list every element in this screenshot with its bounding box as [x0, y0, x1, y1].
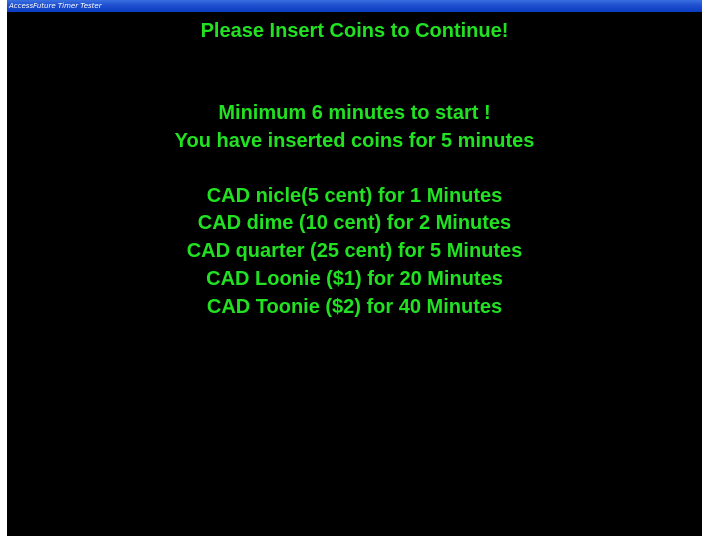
rate-quarter: CAD quarter (25 cent) for 5 Minutes: [186, 240, 523, 262]
inserted-time-message: You have inserted coins for 5 minutes: [174, 130, 535, 152]
window-title: AccessFuture Timer Tester: [9, 2, 102, 10]
rate-nickel: CAD nicle(5 cent) for 1 Minutes: [206, 185, 503, 207]
rate-dime: CAD dime (10 cent) for 2 Minutes: [197, 212, 512, 234]
insert-coins-heading: Please Insert Coins to Continue!: [200, 20, 509, 42]
rate-toonie: CAD Toonie ($2) for 40 Minutes: [206, 296, 503, 318]
minimum-time-message: Minimum 6 minutes to start !: [218, 102, 491, 124]
app-window: AccessFuture Timer Tester Please Insert …: [7, 0, 702, 536]
coin-screen: Please Insert Coins to Continue! Minimum…: [7, 12, 702, 536]
rate-loonie: CAD Loonie ($1) for 20 Minutes: [206, 268, 503, 290]
window-titlebar[interactable]: AccessFuture Timer Tester: [7, 0, 702, 12]
